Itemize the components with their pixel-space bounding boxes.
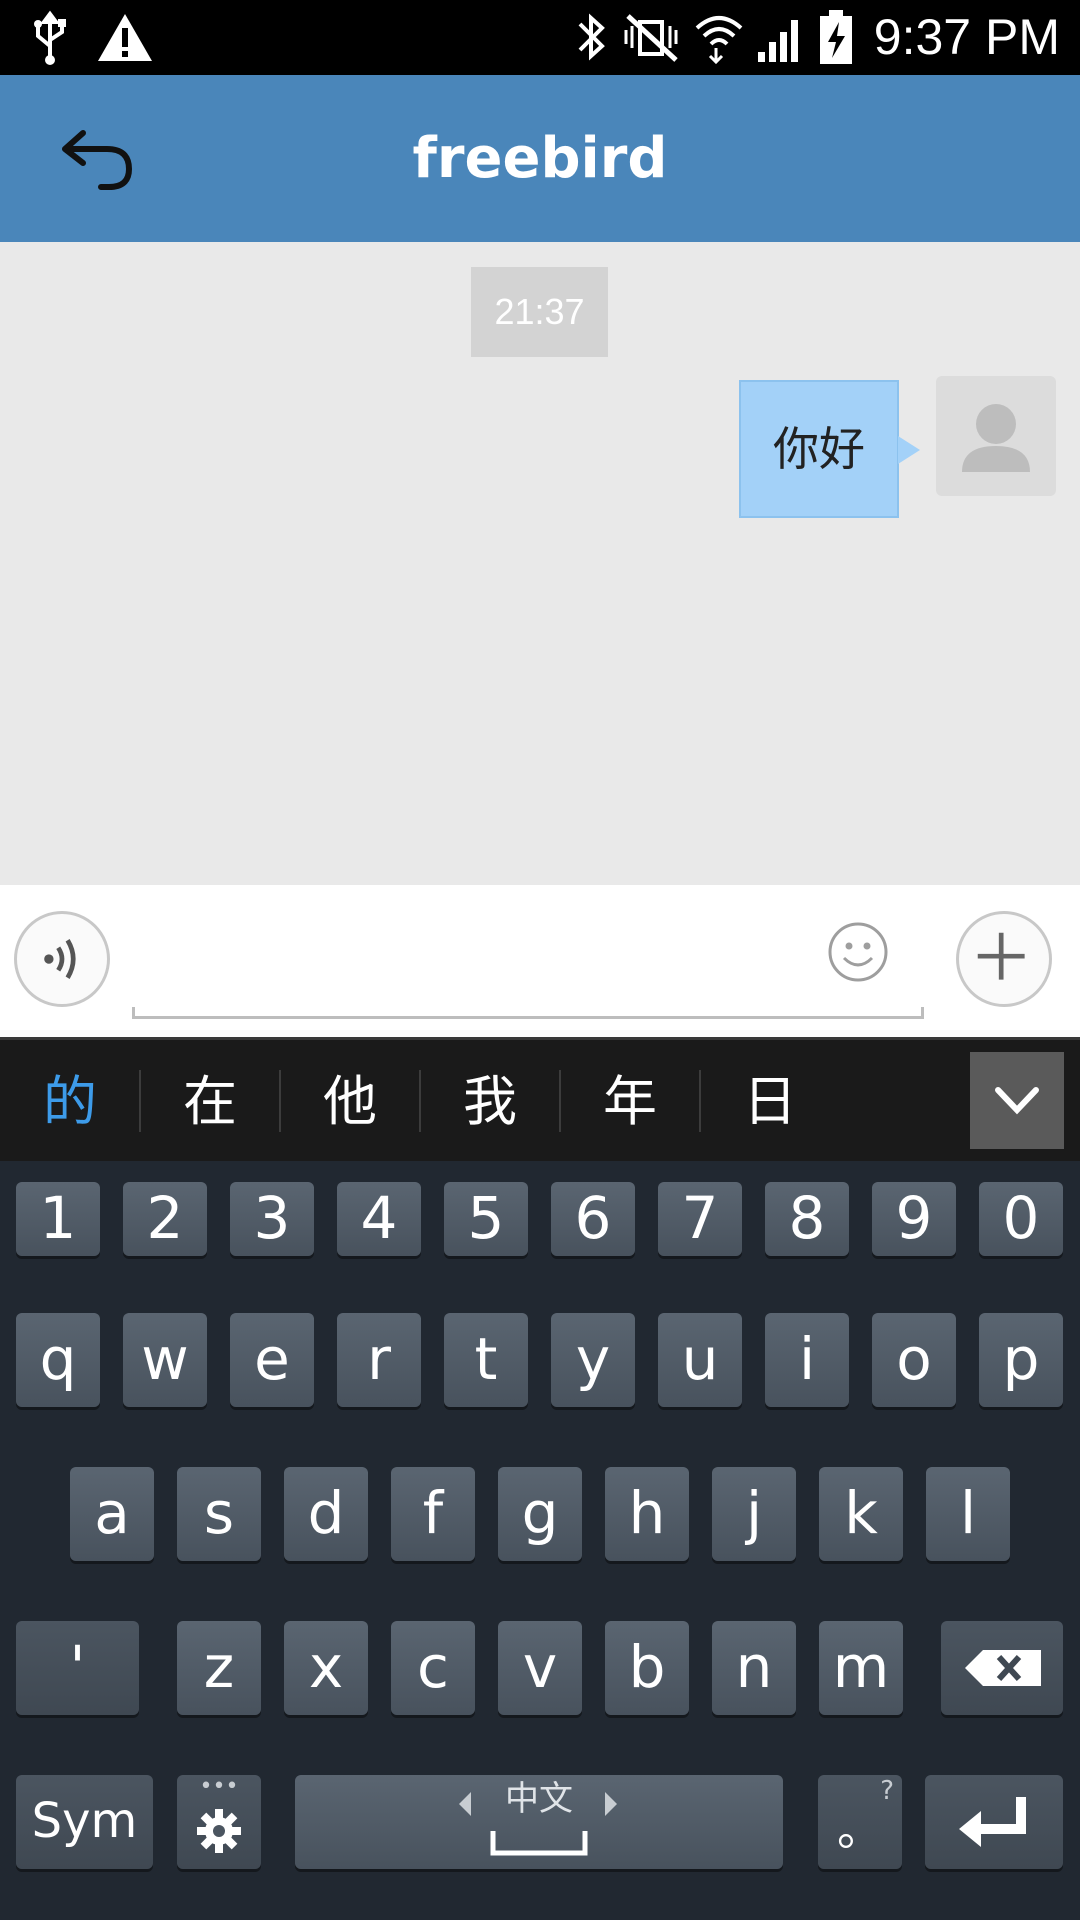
candidate-item[interactable]: 他 <box>280 1040 420 1164</box>
battery-charging-icon <box>819 10 852 64</box>
language-label: 中文 <box>505 1779 573 1819</box>
key-d[interactable]: d <box>284 1467 368 1561</box>
voice-input-button[interactable] <box>14 911 110 1007</box>
key-h[interactable]: h <box>605 1467 689 1561</box>
chat-header: freebird <box>0 75 1080 242</box>
key-b[interactable]: b <box>605 1621 689 1715</box>
key-l[interactable]: l <box>926 1467 1010 1561</box>
key-3[interactable]: 3 <box>230 1182 314 1256</box>
key-k[interactable]: k <box>819 1467 903 1561</box>
voice-icon <box>44 939 76 979</box>
candidate-item[interactable]: 在 <box>140 1040 280 1164</box>
bubble-tail <box>898 436 920 464</box>
key-n[interactable]: n <box>712 1621 796 1715</box>
backspace-key[interactable] <box>941 1621 1063 1715</box>
timestamp-badge: 21:37 <box>471 267 608 357</box>
key-j[interactable]: j <box>712 1467 796 1561</box>
input-underline <box>132 1007 924 1019</box>
space-key[interactable]: 中文 <box>295 1775 783 1869</box>
key-e[interactable]: e <box>230 1313 314 1407</box>
key-r[interactable]: r <box>337 1313 421 1407</box>
status-bar: 9:37 PM <box>0 0 1080 75</box>
plus-icon <box>977 932 1025 980</box>
key-p[interactable]: p <box>979 1313 1063 1407</box>
key-x[interactable]: x <box>284 1621 368 1715</box>
emoji-icon[interactable] <box>826 920 890 984</box>
usb-icon <box>34 10 66 65</box>
message-bubble[interactable]: 你好 <box>739 380 899 518</box>
key-i[interactable]: i <box>765 1313 849 1407</box>
key-7[interactable]: 7 <box>658 1182 742 1256</box>
space-bar-icon <box>490 1831 588 1856</box>
more-dots-icon: ••• <box>199 1774 239 1799</box>
candidate-item[interactable]: 的 <box>0 1040 140 1164</box>
key-6[interactable]: 6 <box>551 1182 635 1256</box>
key-u[interactable]: u <box>658 1313 742 1407</box>
key-o[interactable]: o <box>872 1313 956 1407</box>
key-f[interactable]: f <box>391 1467 475 1561</box>
settings-key[interactable]: ••• <box>177 1775 261 1869</box>
candidate-item[interactable]: 我 <box>420 1040 560 1164</box>
candidate-item[interactable]: 年 <box>560 1040 700 1164</box>
period-label: 。 <box>837 1802 883 1856</box>
key-v[interactable]: v <box>498 1621 582 1715</box>
sym-key[interactable]: Sym <box>16 1775 153 1869</box>
mute-vibrate-icon <box>624 14 678 62</box>
key-8[interactable]: 8 <box>765 1182 849 1256</box>
enter-icon <box>959 1797 1026 1847</box>
key-q[interactable]: q <box>16 1313 100 1407</box>
key-m[interactable]: m <box>819 1621 903 1715</box>
key-apostrophe[interactable]: ' <box>16 1621 139 1715</box>
message-list[interactable]: 21:37 你好 <box>0 242 1080 885</box>
page-title: freebird <box>412 126 668 191</box>
collapse-candidates-button[interactable] <box>970 1052 1064 1149</box>
key-c[interactable]: c <box>391 1621 475 1715</box>
key-t[interactable]: t <box>444 1313 528 1407</box>
candidate-item[interactable]: 日 <box>700 1040 840 1164</box>
key-a[interactable]: a <box>70 1467 154 1561</box>
signal-icon <box>757 20 798 62</box>
clock: 9:37 PM <box>873 9 1060 65</box>
key-z[interactable]: z <box>177 1621 261 1715</box>
candidate-bar: 的 在 他 我 年 日 <box>0 1037 1080 1161</box>
key-9[interactable]: 9 <box>872 1182 956 1256</box>
key-1[interactable]: 1 <box>16 1182 100 1256</box>
key-5[interactable]: 5 <box>444 1182 528 1256</box>
add-attachment-button[interactable] <box>956 911 1052 1007</box>
wifi-icon <box>695 16 743 65</box>
period-key[interactable]: ? 。 <box>818 1775 902 1869</box>
key-2[interactable]: 2 <box>123 1182 207 1256</box>
message-input[interactable] <box>132 905 924 1003</box>
avatar[interactable] <box>936 376 1056 496</box>
enter-key[interactable] <box>925 1775 1063 1869</box>
warning-icon <box>98 14 152 61</box>
key-g[interactable]: g <box>498 1467 582 1561</box>
key-s[interactable]: s <box>177 1467 261 1561</box>
compose-bar <box>0 885 1080 1037</box>
user-avatar-icon <box>962 404 1030 472</box>
soft-keyboard: 的 在 他 我 年 日 1 2 3 4 5 6 7 8 9 0 q w e r … <box>0 1037 1080 1920</box>
bluetooth-icon <box>578 13 605 61</box>
key-y[interactable]: y <box>551 1313 635 1407</box>
key-w[interactable]: w <box>123 1313 207 1407</box>
chevron-down-icon <box>995 1087 1039 1115</box>
key-0[interactable]: 0 <box>979 1182 1063 1256</box>
key-4[interactable]: 4 <box>337 1182 421 1256</box>
arrow-right-icon <box>605 1792 617 1816</box>
backspace-icon <box>965 1650 1041 1686</box>
